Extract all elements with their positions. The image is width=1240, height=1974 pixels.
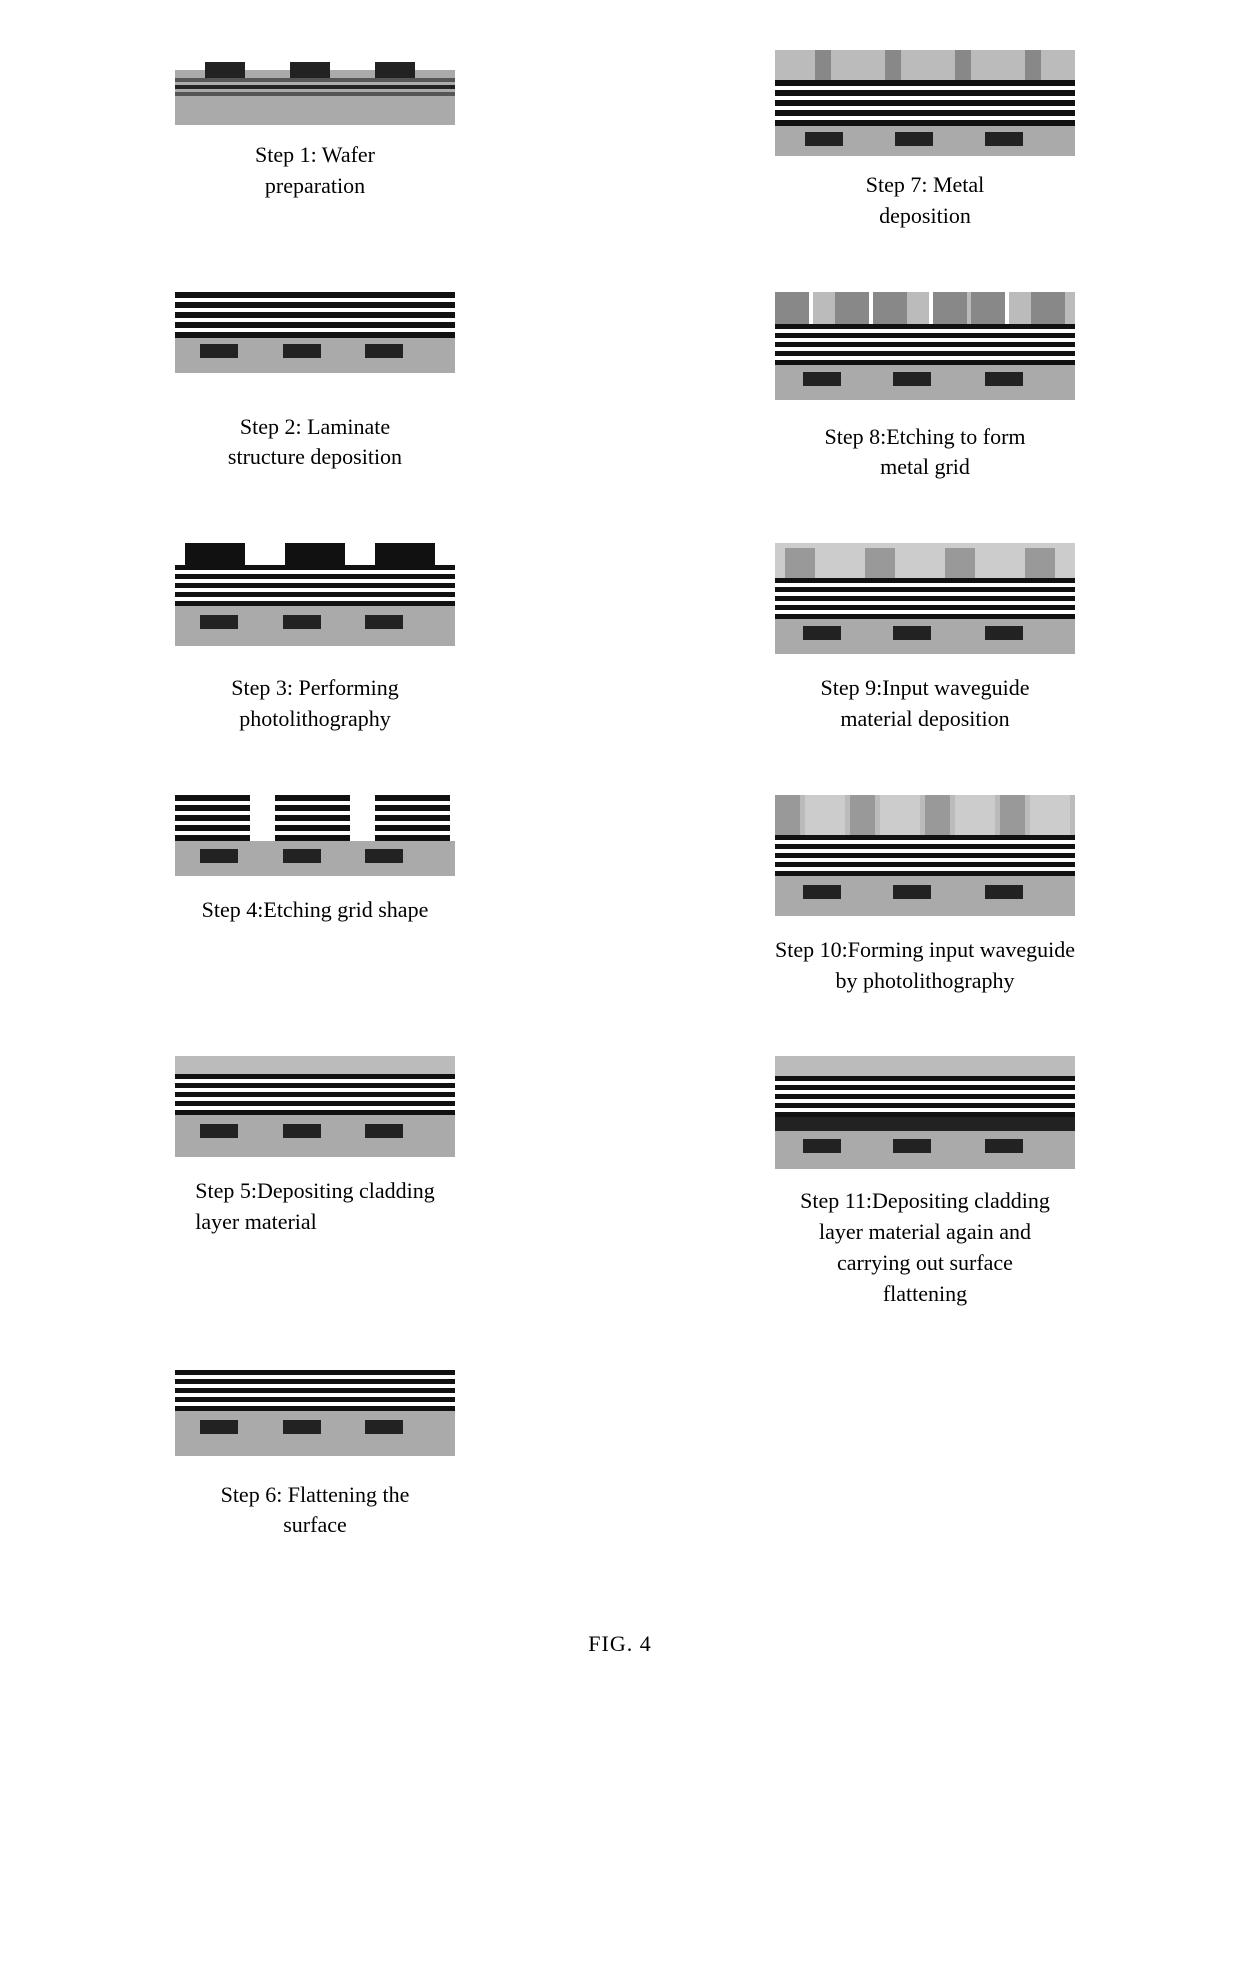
step8-diagram xyxy=(775,292,1075,412)
step1-diagram xyxy=(175,50,455,130)
step5-label: Step 5:Depositing cladding layer materia… xyxy=(195,1176,435,1238)
step2-label: Step 2: Laminate structure deposition xyxy=(228,412,402,474)
step2-diagram xyxy=(175,292,455,402)
step10-label: Step 10:Forming input waveguide by photo… xyxy=(775,935,1075,997)
step4-diagram xyxy=(175,795,455,885)
step7-diagram xyxy=(775,50,1075,160)
step4-cell: Step 4:Etching grid shape xyxy=(20,785,610,1007)
step6-cell: Step 6: Flattening the surface xyxy=(20,1360,610,1552)
step5-cell: Step 5:Depositing cladding layer materia… xyxy=(20,1046,610,1319)
content-grid: Step 1: Wafer preparation xyxy=(20,40,1220,1591)
step7-label: Step 7: Metal deposition xyxy=(866,170,985,232)
step1-label: Step 1: Wafer preparation xyxy=(255,140,375,202)
step2-cell: Step 2: Laminate structure deposition xyxy=(20,282,610,494)
step8-cell: Step 8:Etching to form metal grid xyxy=(630,282,1220,494)
step6-label: Step 6: Flattening the surface xyxy=(221,1480,410,1542)
empty-cell xyxy=(630,1360,1220,1552)
step4-label: Step 4:Etching grid shape xyxy=(202,895,429,926)
step6-diagram xyxy=(175,1370,455,1470)
page: Step 1: Wafer preparation xyxy=(0,0,1240,1717)
step8-label: Step 8:Etching to form metal grid xyxy=(824,422,1025,484)
step10-diagram xyxy=(775,795,1075,925)
fig-label: FIG. 4 xyxy=(20,1631,1220,1657)
step11-diagram xyxy=(775,1056,1075,1176)
step9-cell: Step 9:Input waveguide material depositi… xyxy=(630,533,1220,745)
step11-label: Step 11:Depositing cladding layer materi… xyxy=(800,1186,1050,1309)
step5-diagram xyxy=(175,1056,455,1166)
step3-cell: Step 3: Performing photolithography xyxy=(20,533,610,745)
step9-diagram xyxy=(775,543,1075,663)
step1-cell: Step 1: Wafer preparation xyxy=(20,40,610,242)
step3-label: Step 3: Performing photolithography xyxy=(231,673,398,735)
step7-cell: Step 7: Metal deposition xyxy=(630,40,1220,242)
step9-label: Step 9:Input waveguide material depositi… xyxy=(821,673,1030,735)
step3-diagram xyxy=(175,543,455,663)
step11-cell: Step 11:Depositing cladding layer materi… xyxy=(630,1046,1220,1319)
step10-cell: Step 10:Forming input waveguide by photo… xyxy=(630,785,1220,1007)
